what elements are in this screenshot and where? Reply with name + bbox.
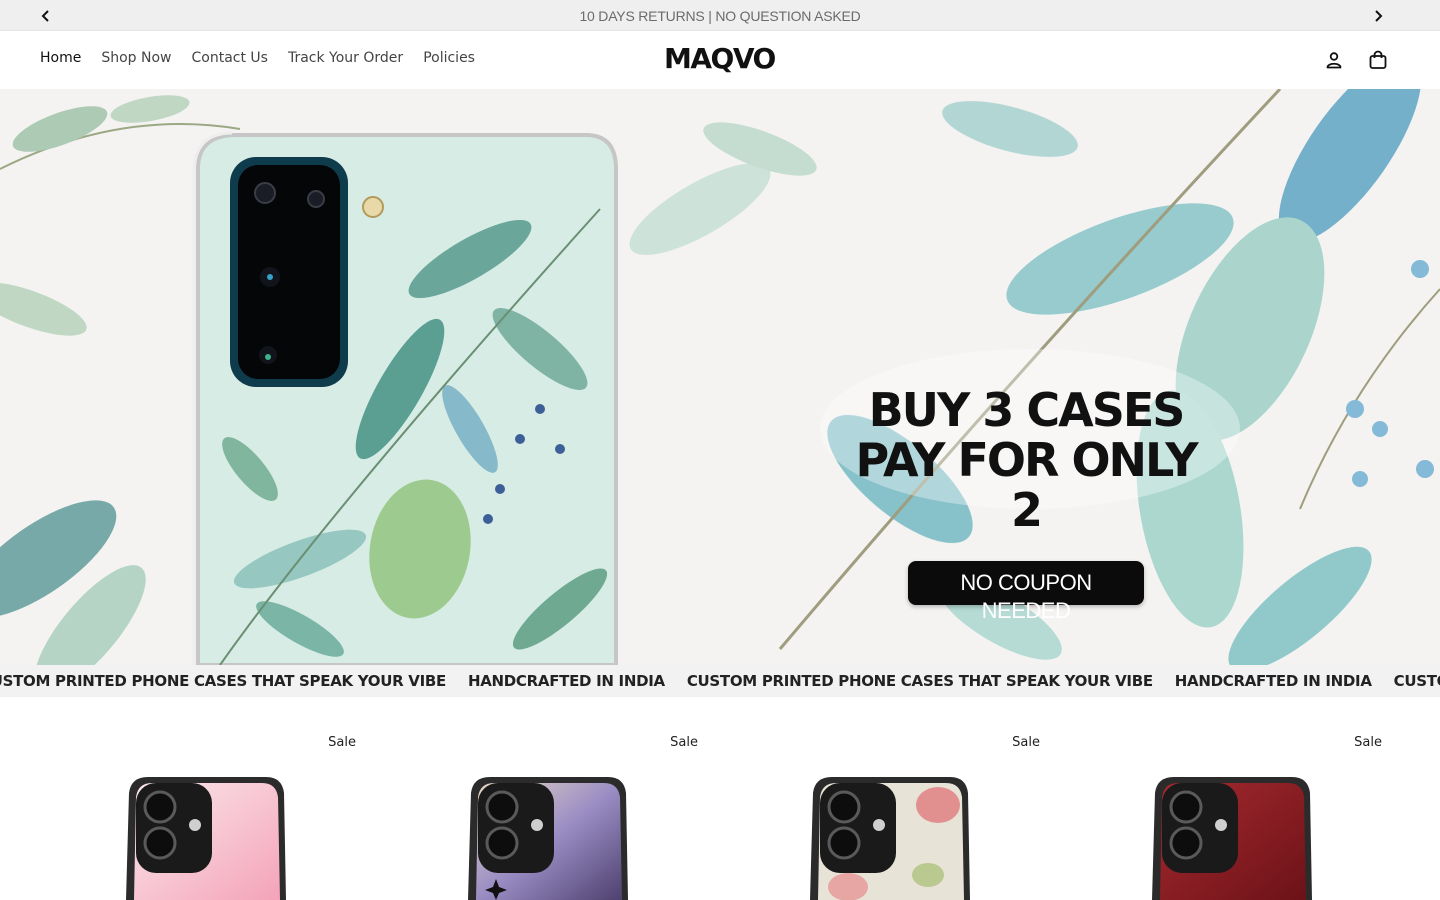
promo-line-2: PAY FOR ONLY 2 — [855, 433, 1198, 537]
announcement-bar: 10 DAYS RETURNS | NO QUESTION ASKED — [0, 0, 1440, 31]
product-image — [810, 777, 970, 900]
product-card[interactable]: Sale — [698, 697, 1040, 900]
nav-shop-now[interactable]: Shop Now — [101, 50, 171, 66]
promo-line-1: BUY 3 CASES — [868, 383, 1186, 437]
sale-badge: Sale — [1354, 735, 1382, 750]
user-icon — [1326, 52, 1342, 69]
nav-home[interactable]: Home — [40, 50, 81, 66]
product-card[interactable]: Sale — [356, 697, 698, 900]
brand-logo[interactable]: MAQVO — [664, 42, 777, 78]
product-image — [468, 777, 628, 900]
product-image — [126, 777, 286, 900]
nav-policies[interactable]: Policies — [423, 50, 475, 66]
marquee-item: HANDCRAFTED IN INDIA — [467, 672, 665, 690]
site-header: Home Shop Now Contact Us Track Your Orde… — [0, 31, 1440, 89]
main-nav: Home Shop Now Contact Us Track Your Orde… — [40, 50, 475, 66]
product-card[interactable]: Sale — [1040, 697, 1382, 900]
hero-background-art — [0, 89, 1440, 665]
sale-badge: Sale — [670, 735, 698, 750]
marquee-item: CUSTOM PRINTED PHONE CASES THAT SPEAK YO… — [686, 672, 1153, 690]
product-grid: Sale Sale Sale Sale — [0, 697, 1440, 900]
announcement-text: 10 DAYS RETURNS | NO QUESTION ASKED — [579, 8, 861, 24]
chevron-right-icon — [1375, 10, 1383, 22]
marquee-track: CUSTOM PRINTED PHONE CASES THAT SPEAK YO… — [0, 672, 1440, 690]
sale-badge: Sale — [1012, 735, 1040, 750]
marquee-ticker: CUSTOM PRINTED PHONE CASES THAT SPEAK YO… — [0, 665, 1440, 697]
svg-text:MAQVO: MAQVO — [664, 42, 776, 75]
cart-button[interactable] — [1366, 48, 1390, 72]
product-card[interactable]: Sale — [14, 697, 356, 900]
marquee-item: CUSTOM PRINTED PHONE CASES THAT SPEAK YO… — [0, 672, 446, 690]
marquee-item: CUSTOM PRINTED PHONE CASES THAT SPEAK YO… — [1393, 672, 1440, 690]
nav-track-order[interactable]: Track Your Order — [288, 50, 403, 66]
announcement-next-button[interactable] — [1368, 6, 1388, 26]
marquee-item: HANDCRAFTED IN INDIA — [1174, 672, 1372, 690]
account-button[interactable] — [1322, 48, 1346, 72]
product-image — [1152, 777, 1312, 900]
sale-badge: Sale — [328, 735, 356, 750]
hero-banner[interactable]: BUY 3 CASES PAY FOR ONLY 2 NO COUPON NEE… — [0, 89, 1440, 665]
promo-block: BUY 3 CASES PAY FOR ONLY 2 NO COUPON NEE… — [840, 383, 1212, 623]
nav-contact-us[interactable]: Contact Us — [192, 50, 268, 66]
shopping-bag-icon — [1369, 50, 1387, 69]
promo-badge: NO COUPON NEEDED — [908, 561, 1144, 623]
